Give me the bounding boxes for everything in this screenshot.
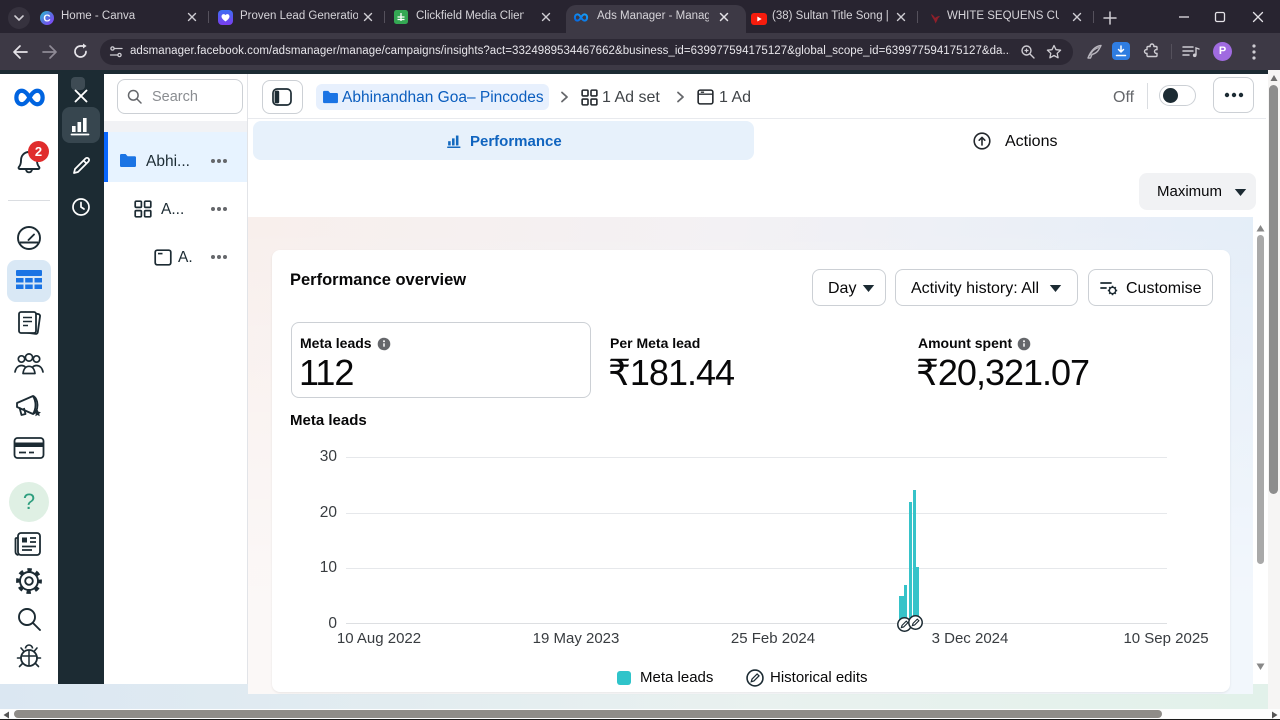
svg-text:C: C — [43, 14, 50, 25]
